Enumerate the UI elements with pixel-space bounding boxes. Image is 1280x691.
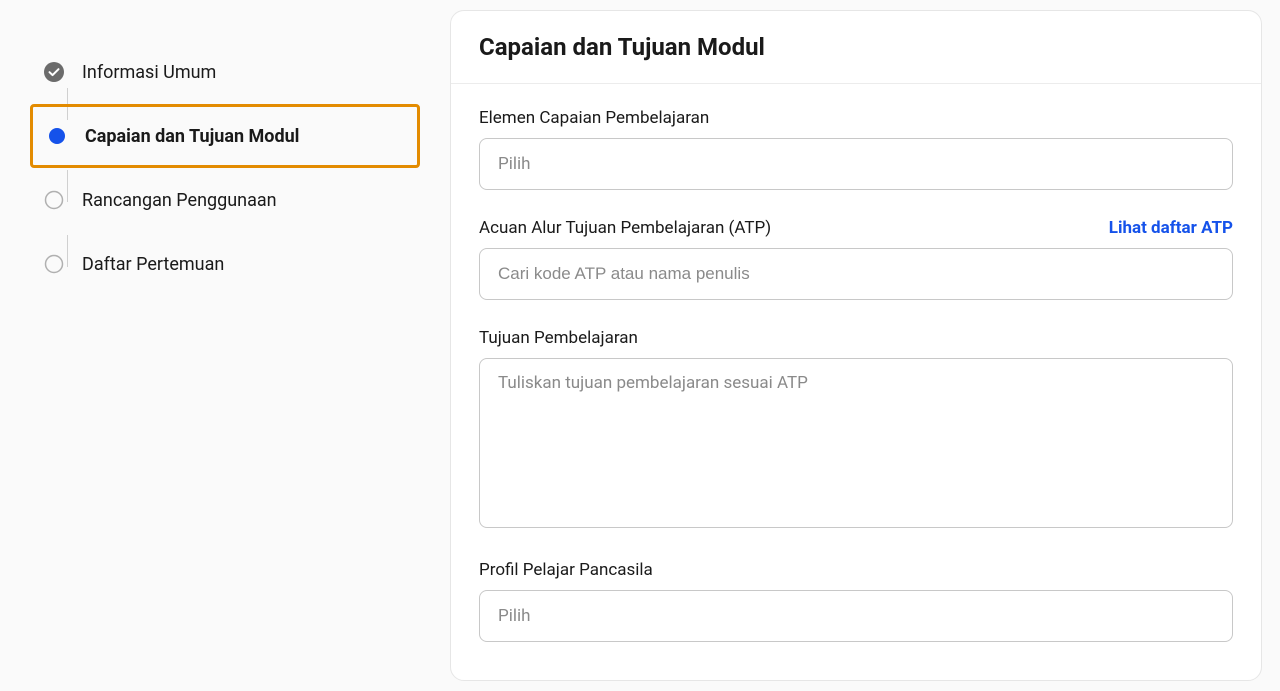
lihat-daftar-atp-link[interactable]: Lihat daftar ATP — [1109, 218, 1233, 238]
step-label: Informasi Umum — [82, 62, 216, 83]
step-capaian-tujuan[interactable]: Capaian dan Tujuan Modul — [30, 104, 420, 168]
atp-search-input[interactable] — [479, 248, 1233, 300]
field-atp: Acuan Alur Tujuan Pembelajaran (ATP) Lih… — [479, 218, 1233, 300]
steps-list: Informasi Umum Capaian dan Tujuan Modul … — [30, 40, 420, 296]
select-placeholder: Pilih — [498, 154, 531, 174]
step-rancangan-penggunaan[interactable]: Rancangan Penggunaan — [30, 168, 420, 232]
step-label: Daftar Pertemuan — [82, 254, 224, 275]
field-label: Tujuan Pembelajaran — [479, 328, 638, 348]
profil-select[interactable]: Pilih — [479, 590, 1233, 642]
step-label: Rancangan Penggunaan — [82, 190, 277, 211]
field-label: Profil Pelajar Pancasila — [479, 560, 653, 580]
field-tujuan-pembelajaran: Tujuan Pembelajaran — [479, 328, 1233, 532]
main-content: Capaian dan Tujuan Modul Elemen Capaian … — [450, 0, 1280, 691]
tujuan-textarea[interactable] — [479, 358, 1233, 528]
field-label: Acuan Alur Tujuan Pembelajaran (ATP) — [479, 218, 771, 238]
step-label: Capaian dan Tujuan Modul — [85, 126, 299, 147]
field-label: Elemen Capaian Pembelajaran — [479, 108, 709, 128]
elemen-select[interactable]: Pilih — [479, 138, 1233, 190]
field-profil-pancasila: Profil Pelajar Pancasila Pilih — [479, 560, 1233, 642]
page-title: Capaian dan Tujuan Modul — [479, 33, 1233, 61]
field-elemen-capaian: Elemen Capaian Pembelajaran Pilih — [479, 108, 1233, 190]
select-placeholder: Pilih — [498, 606, 531, 626]
form-card: Capaian dan Tujuan Modul Elemen Capaian … — [450, 10, 1262, 681]
card-header: Capaian dan Tujuan Modul — [451, 11, 1261, 84]
circle-outline-icon — [44, 254, 64, 274]
step-daftar-pertemuan[interactable]: Daftar Pertemuan — [30, 232, 420, 296]
check-circle-icon — [44, 62, 64, 82]
card-body: Elemen Capaian Pembelajaran Pilih Acuan … — [451, 84, 1261, 680]
circle-outline-icon — [44, 190, 64, 210]
sidebar: Informasi Umum Capaian dan Tujuan Modul … — [0, 0, 450, 691]
dot-filled-icon — [47, 126, 67, 146]
step-informasi-umum[interactable]: Informasi Umum — [30, 40, 420, 104]
